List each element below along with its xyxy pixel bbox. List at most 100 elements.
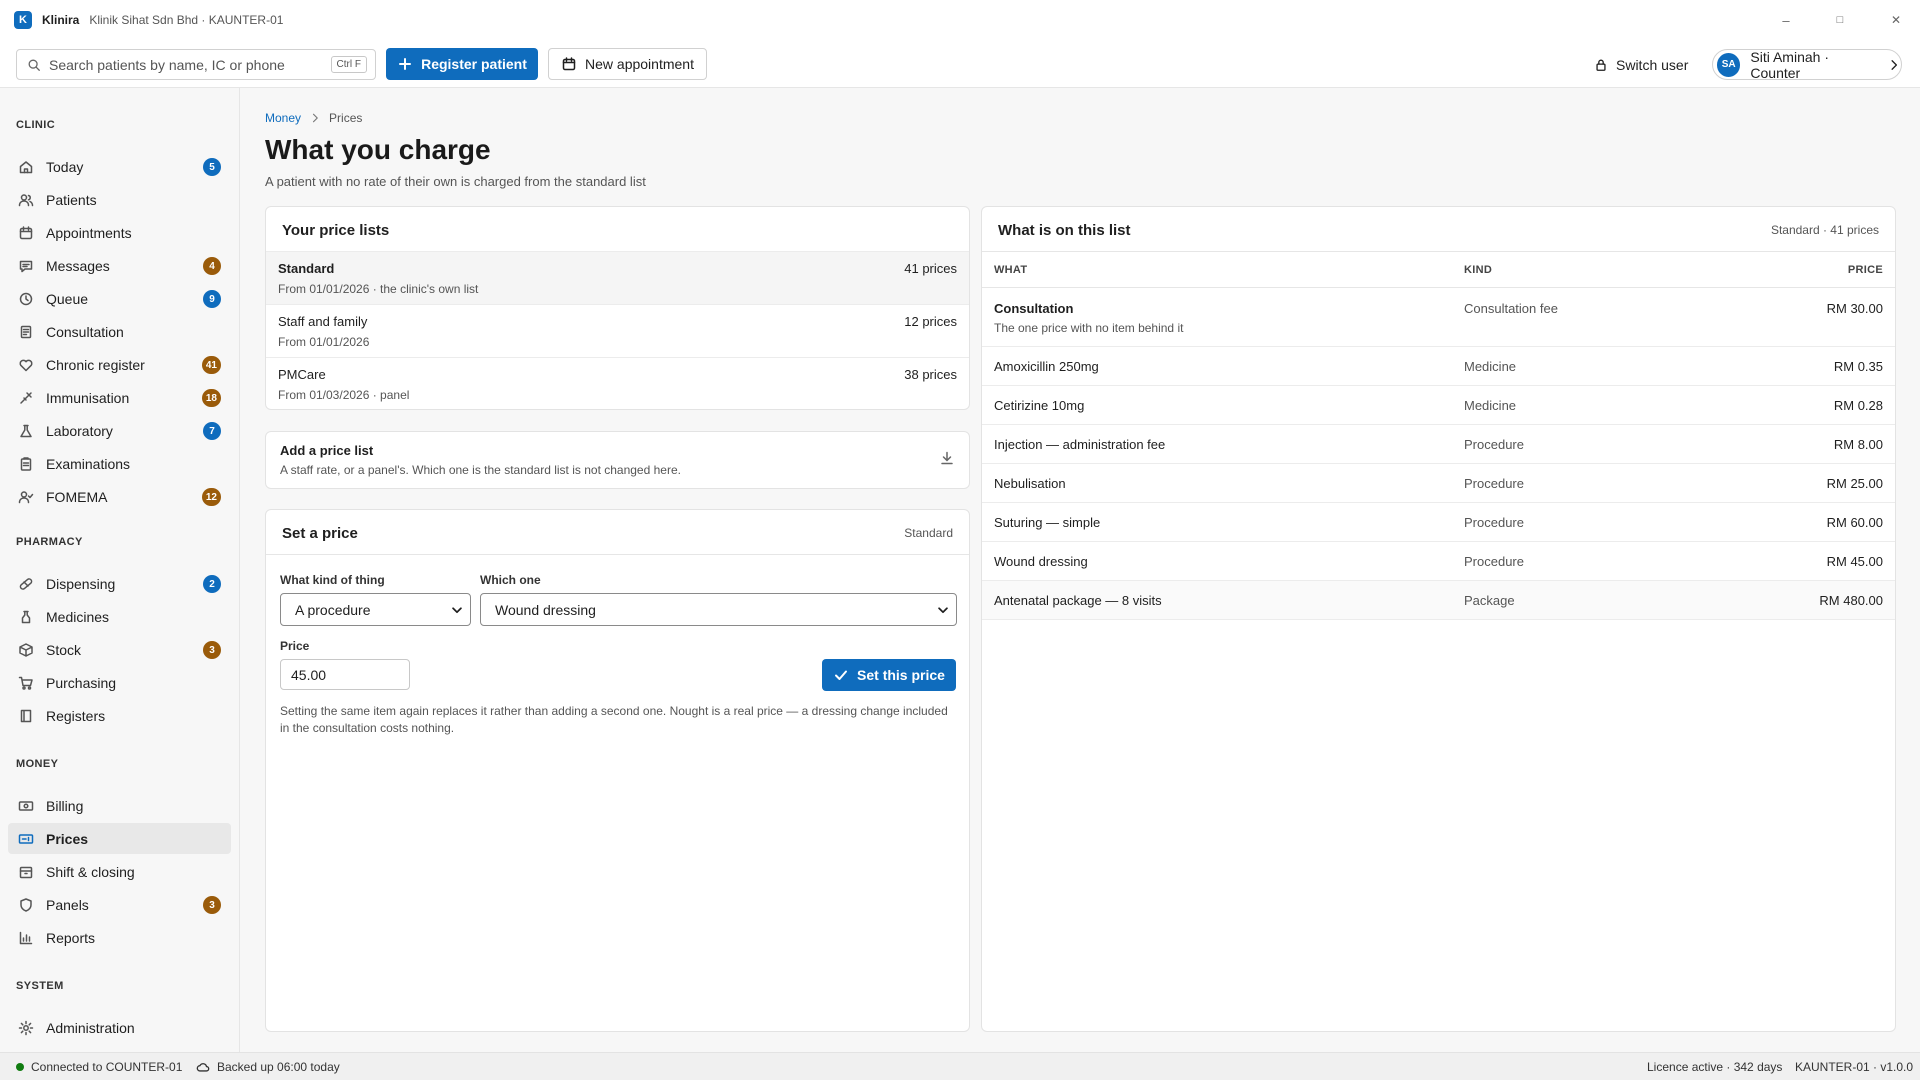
item-select[interactable]: Wound dressing xyxy=(480,593,957,626)
chevron-down-icon xyxy=(452,607,462,614)
price-list-count: 41 prices xyxy=(904,261,957,276)
version-info: KAUNTER-01 · v1.0.0 xyxy=(1795,1060,1913,1074)
item-kind: Package xyxy=(1464,593,1515,608)
messages-count-badge: 4 xyxy=(203,257,221,275)
switch-user-button[interactable]: Switch user xyxy=(1594,49,1688,81)
item-kind: Medicine xyxy=(1464,359,1517,374)
home-icon xyxy=(19,160,33,173)
sidebar-item-consultation[interactable]: Consultation xyxy=(8,316,231,347)
nav-section-system: SYSTEM xyxy=(16,980,64,992)
flask-icon xyxy=(20,424,32,437)
table-row[interactable]: Suturing — simple Procedure RM 60.00 xyxy=(982,503,1895,542)
new-appointment-button[interactable]: New appointment xyxy=(548,48,707,80)
price-input[interactable] xyxy=(280,659,410,690)
price-list-row-staff-family[interactable]: Staff and family From 01/01/2026 12 pric… xyxy=(266,305,969,358)
sidebar-item-label: Panels xyxy=(46,896,89,913)
table-row[interactable]: Wound dressing Procedure RM 45.00 xyxy=(982,542,1895,581)
item-kind: Medicine xyxy=(1464,398,1517,413)
table-row[interactable]: Amoxicillin 250mg Medicine RM 0.35 xyxy=(982,347,1895,386)
sidebar-item-billing[interactable]: Billing xyxy=(8,790,231,821)
shield-icon xyxy=(20,897,32,912)
item-name: Nebulisation xyxy=(994,476,1066,491)
close-window-button[interactable]: ✕ xyxy=(1868,0,1920,40)
which-label: Which one xyxy=(480,573,541,587)
price-list-name: PMCare xyxy=(278,367,326,382)
sidebar-item-stock[interactable]: Stock 3 xyxy=(8,634,231,665)
sidebar-item-registers[interactable]: Registers xyxy=(8,700,231,731)
kind-select[interactable]: A procedure xyxy=(280,593,471,626)
item-kind: Procedure xyxy=(1464,554,1524,569)
avatar: SA xyxy=(1717,52,1741,77)
expand-down-icon[interactable] xyxy=(939,450,955,466)
search-input[interactable] xyxy=(49,56,319,73)
stock-count-badge: 3 xyxy=(203,641,221,659)
set-price-title: Set a price xyxy=(282,525,358,542)
sidebar-item-administration[interactable]: Administration xyxy=(8,1012,231,1043)
search-icon xyxy=(28,59,40,71)
user-menu[interactable]: SA Siti Aminah · Counter xyxy=(1712,48,1902,81)
register-patient-button[interactable]: Register patient xyxy=(386,48,538,80)
plus-icon xyxy=(399,58,412,70)
sidebar-item-panels[interactable]: Panels 3 xyxy=(8,889,231,920)
table-row[interactable]: Antenatal package — 8 visits Package RM … xyxy=(982,581,1895,620)
kind-label: What kind of thing xyxy=(280,573,385,587)
sidebar-item-label: Laboratory xyxy=(46,422,113,439)
item-price: RM 0.28 xyxy=(1833,398,1883,413)
sidebar-item-messages[interactable]: Messages 4 xyxy=(8,250,231,281)
price-label: Price xyxy=(280,639,310,653)
price-list-row-pmcare[interactable]: PMCare From 01/03/2026 · panel 38 prices xyxy=(266,358,969,411)
top-toolbar: Ctrl F Register patient New appointment … xyxy=(0,40,1920,88)
page-title: What you charge xyxy=(265,134,491,165)
sidebar-item-appointments[interactable]: Appointments xyxy=(8,217,231,248)
sidebar-item-label: Prices xyxy=(46,830,89,847)
sidebar-item-fomema[interactable]: FOMEMA 12 xyxy=(8,481,231,512)
item-price: RM 30.00 xyxy=(1826,301,1883,316)
breadcrumb-current: Prices xyxy=(329,111,363,125)
user-name: Siti Aminah · Counter xyxy=(1750,48,1829,81)
set-price-button[interactable]: Set this price xyxy=(822,659,956,691)
column-header-kind: KIND xyxy=(1464,264,1493,276)
sidebar-item-label: Purchasing xyxy=(46,674,117,691)
sidebar-item-reports[interactable]: Reports xyxy=(8,922,231,953)
table-row[interactable]: Cetirizine 10mg Medicine RM 0.28 xyxy=(982,386,1895,425)
sidebar-item-queue[interactable]: Queue 9 xyxy=(8,283,231,314)
pill-icon xyxy=(19,577,33,590)
box-icon xyxy=(19,642,33,657)
sidebar-item-chronic-register[interactable]: Chronic register 41 xyxy=(8,349,231,380)
add-price-list-title: Add a price list xyxy=(280,443,374,458)
sidebar-item-label: Appointments xyxy=(46,224,132,241)
patient-search[interactable]: Ctrl F xyxy=(16,49,376,80)
price-list-row-standard[interactable]: Standard From 01/01/2026 · the clinic's … xyxy=(266,252,969,305)
item-kind: Procedure xyxy=(1464,476,1524,491)
set-price-list-name: Standard xyxy=(904,526,953,540)
breadcrumb-money-link[interactable]: Money xyxy=(265,111,301,125)
sidebar-item-dispensing[interactable]: Dispensing 2 xyxy=(8,568,231,599)
table-row[interactable]: Nebulisation Procedure RM 25.00 xyxy=(982,464,1895,503)
sidebar-item-immunisation[interactable]: Immunisation 18 xyxy=(8,382,231,413)
list-items-header: What is on this list Standard · 41 price… xyxy=(982,207,1895,252)
sidebar-item-laboratory[interactable]: Laboratory 7 xyxy=(8,415,231,446)
sidebar-item-shift-closing[interactable]: Shift & closing xyxy=(8,856,231,887)
sidebar-item-prices[interactable]: Prices xyxy=(8,823,231,854)
item-price: RM 25.00 xyxy=(1826,476,1883,491)
nav-section-pharmacy: PHARMACY xyxy=(16,536,83,548)
panels-count-badge: 3 xyxy=(203,896,221,914)
maximize-button[interactable]: □ xyxy=(1812,0,1868,40)
chevron-right-icon xyxy=(312,113,318,123)
people-icon xyxy=(18,193,34,206)
table-row[interactable]: Consultation The one price with no item … xyxy=(982,288,1895,347)
document-icon xyxy=(20,325,32,338)
sidebar-item-today[interactable]: Today 5 xyxy=(8,151,231,182)
add-price-list-card[interactable]: Add a price list A staff rate, or a pane… xyxy=(265,431,970,489)
minimize-button[interactable]: – xyxy=(1758,0,1814,40)
sidebar-item-purchasing[interactable]: Purchasing xyxy=(8,667,231,698)
price-lists-title: Your price lists xyxy=(282,222,390,239)
register-patient-label: Register patient xyxy=(421,56,527,72)
sidebar-item-patients[interactable]: Patients xyxy=(8,184,231,215)
sidebar-item-medicines[interactable]: Medicines xyxy=(8,601,231,632)
table-row[interactable]: Injection — administration fee Procedure… xyxy=(982,425,1895,464)
list-items-meta: Standard · 41 prices xyxy=(1770,223,1879,237)
item-name: Antenatal package — 8 visits xyxy=(994,593,1162,608)
sidebar-item-examinations[interactable]: Examinations xyxy=(8,448,231,479)
sidebar-item-label: Today xyxy=(46,158,84,175)
